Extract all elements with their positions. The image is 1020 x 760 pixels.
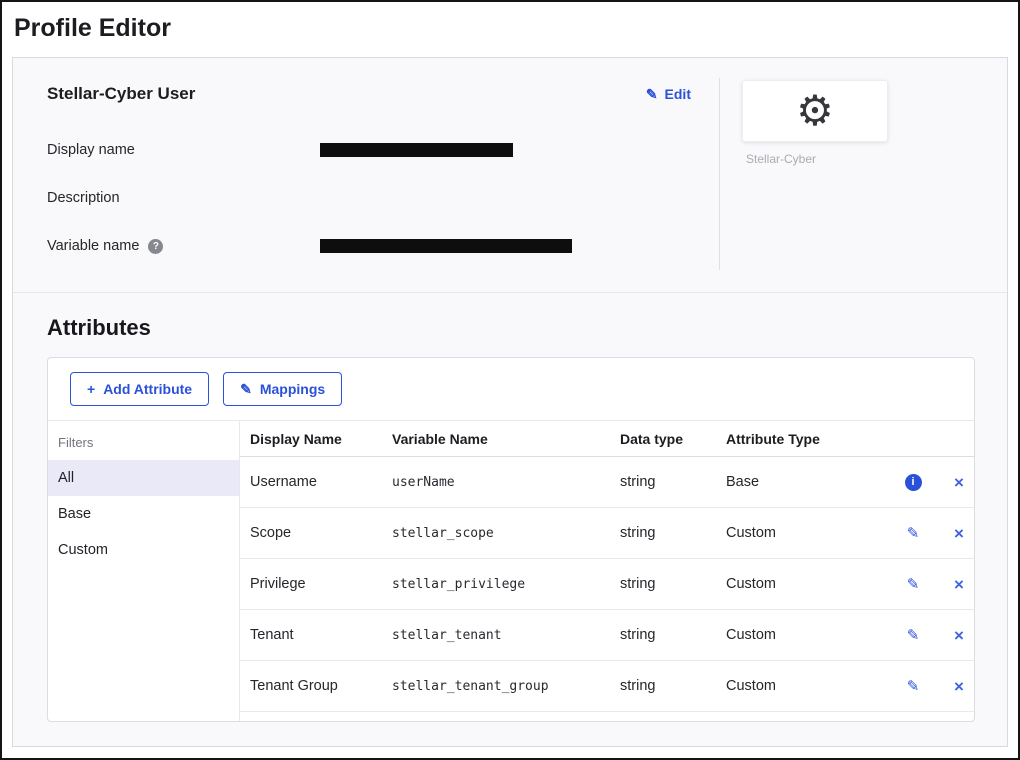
mappings-button[interactable]: ✎ Mappings	[223, 372, 342, 406]
mappings-label: Mappings	[260, 381, 325, 397]
app-logo-card: ⚙	[742, 80, 888, 142]
attributes-card: + Add Attribute ✎ Mappings Filters All B…	[47, 357, 975, 722]
profile-details: Stellar-Cyber User ✎ Edit Display name D…	[47, 78, 719, 270]
profile-section: Stellar-Cyber User ✎ Edit Display name D…	[13, 58, 1007, 293]
filter-item-base[interactable]: Base	[48, 496, 239, 532]
cell-variable-name: stellar_tenant_group	[392, 679, 620, 694]
filters-label: Filters	[48, 429, 239, 460]
delete-icon[interactable]: ×	[954, 576, 964, 593]
table-row: Scope stellar_scope string Custom ✎ ×	[240, 508, 974, 559]
cell-data-type: string	[620, 474, 726, 490]
col-data-type: Data type	[620, 431, 726, 447]
page-header: Profile Editor	[2, 2, 1018, 57]
delete-icon[interactable]: ×	[954, 525, 964, 542]
edit-profile-button[interactable]: ✎ Edit	[646, 86, 691, 102]
cell-attribute-type: Custom	[726, 525, 886, 541]
variable-name-value-redacted	[320, 239, 572, 253]
add-attribute-button[interactable]: + Add Attribute	[70, 372, 209, 406]
table-header-row: Display Name Variable Name Data type Att…	[240, 421, 974, 457]
page-title: Profile Editor	[14, 14, 171, 42]
cell-variable-name: userName	[392, 475, 620, 490]
filter-item-all[interactable]: All	[48, 460, 239, 496]
cell-display-name: Tenant Group	[250, 678, 392, 694]
variable-name-label: Variable name ?	[47, 238, 320, 254]
cell-data-type: string	[620, 576, 726, 592]
filters-sidebar: Filters All Base Custom	[48, 421, 240, 721]
mappings-pencil-icon: ✎	[240, 382, 252, 396]
cell-display-name: Username	[250, 474, 392, 490]
delete-icon[interactable]: ×	[954, 678, 964, 695]
plus-icon: +	[87, 382, 95, 396]
attributes-toolbar: + Add Attribute ✎ Mappings	[48, 358, 974, 421]
cell-display-name: Tenant	[250, 627, 392, 643]
cell-attribute-type: Custom	[726, 576, 886, 592]
filter-item-custom[interactable]: Custom	[48, 532, 239, 568]
table-row: Username userName string Base i ×	[240, 457, 974, 508]
help-icon[interactable]: ?	[148, 239, 163, 254]
delete-icon[interactable]: ×	[954, 474, 964, 491]
edit-icon[interactable]: ✎	[907, 677, 920, 695]
col-attribute-type: Attribute Type	[726, 431, 886, 447]
variable-name-label-text: Variable name	[47, 238, 139, 254]
logo-caption: Stellar-Cyber	[746, 152, 1007, 166]
info-icon[interactable]: i	[905, 474, 922, 491]
field-display-name: Display name	[47, 126, 691, 174]
cell-display-name: Privilege	[250, 576, 392, 592]
main-panel: Stellar-Cyber User ✎ Edit Display name D…	[12, 57, 1008, 747]
cell-attribute-type: Custom	[726, 678, 886, 694]
cell-variable-name: stellar_privilege	[392, 577, 620, 592]
cell-data-type: string	[620, 627, 726, 643]
attributes-table: Display Name Variable Name Data type Att…	[240, 421, 974, 721]
edit-icon[interactable]: ✎	[907, 575, 920, 593]
field-description: Description	[47, 174, 691, 222]
col-variable-name: Variable Name	[392, 431, 620, 447]
table-row: Tenant Group stellar_tenant_group string…	[240, 661, 974, 712]
delete-icon[interactable]: ×	[954, 627, 964, 644]
col-display-name: Display Name	[250, 431, 392, 447]
edit-icon[interactable]: ✎	[907, 626, 920, 644]
description-label: Description	[47, 190, 320, 206]
display-name-label: Display name	[47, 142, 320, 158]
cell-variable-name: stellar_scope	[392, 526, 620, 541]
display-name-value-redacted	[320, 143, 513, 157]
cell-display-name: Scope	[250, 525, 392, 541]
profile-logo-area: ⚙ Stellar-Cyber	[719, 78, 1007, 270]
attributes-heading: Attributes	[47, 315, 1007, 341]
cell-data-type: string	[620, 525, 726, 541]
table-row: Tenant stellar_tenant string Custom ✎ ×	[240, 610, 974, 661]
add-attribute-label: Add Attribute	[103, 381, 192, 397]
edit-pencil-icon: ✎	[646, 87, 658, 101]
field-variable-name: Variable name ?	[47, 222, 691, 270]
cell-variable-name: stellar_tenant	[392, 628, 620, 643]
profile-name: Stellar-Cyber User	[47, 84, 195, 104]
gear-icon: ⚙	[796, 90, 834, 132]
edit-icon[interactable]: ✎	[907, 524, 920, 542]
table-row: Privilege stellar_privilege string Custo…	[240, 559, 974, 610]
cell-attribute-type: Base	[726, 474, 886, 490]
edit-label: Edit	[665, 86, 691, 102]
cell-attribute-type: Custom	[726, 627, 886, 643]
cell-data-type: string	[620, 678, 726, 694]
